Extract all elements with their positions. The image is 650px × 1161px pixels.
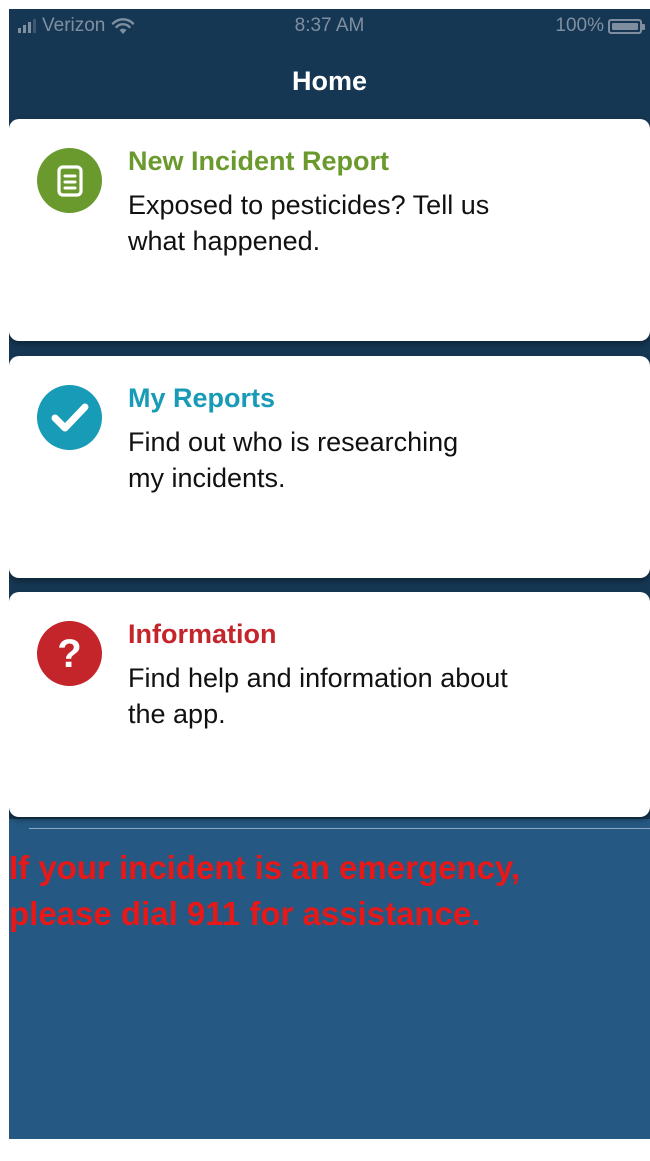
checkmark-icon bbox=[37, 385, 102, 450]
card-description-line: Find help and information about bbox=[128, 663, 508, 693]
status-bar: Verizon 8:37 AM 100% bbox=[9, 9, 650, 43]
card-description-line: Find out who is researching bbox=[128, 427, 459, 457]
app-screen: Verizon 8:37 AM 100% Home New Incident R… bbox=[9, 9, 650, 1139]
question-icon: ? bbox=[37, 621, 102, 686]
status-right: 100% bbox=[555, 15, 645, 37]
card-description-line: Exposed to pesticides? Tell us bbox=[128, 190, 490, 220]
emergency-notice: If your incident is an emergency, please… bbox=[9, 845, 650, 937]
card-description-line: my incidents. bbox=[128, 463, 286, 493]
page-title: Home bbox=[291, 66, 367, 96]
card-description: Exposed to pesticides? Tell us what happ… bbox=[128, 187, 598, 259]
information-card[interactable]: ? Information Find help and information … bbox=[9, 592, 650, 817]
new-incident-report-card[interactable]: New Incident Report Exposed to pesticide… bbox=[9, 119, 650, 341]
status-time: 8:37 AM bbox=[294, 15, 365, 36]
my-reports-card[interactable]: My Reports Find out who is researching m… bbox=[9, 356, 650, 578]
emergency-line: If your incident is an emergency, bbox=[9, 849, 521, 886]
card-description: Find help and information about the app. bbox=[128, 660, 598, 732]
card-title: Information bbox=[128, 619, 277, 649]
card-title: My Reports bbox=[128, 383, 276, 413]
card-description-line: what happened. bbox=[128, 226, 321, 256]
divider bbox=[29, 828, 650, 829]
document-icon bbox=[37, 148, 102, 213]
battery-icon bbox=[608, 18, 645, 34]
navigation-bar: Home bbox=[9, 43, 650, 119]
card-description-line: the app. bbox=[128, 699, 226, 729]
card-description: Find out who is researching my incidents… bbox=[128, 424, 598, 496]
card-title: New Incident Report bbox=[128, 146, 390, 176]
battery-fill bbox=[612, 22, 638, 30]
battery-percent: 100% bbox=[555, 15, 604, 36]
emergency-line: please dial 911 for assistance. bbox=[9, 895, 481, 932]
